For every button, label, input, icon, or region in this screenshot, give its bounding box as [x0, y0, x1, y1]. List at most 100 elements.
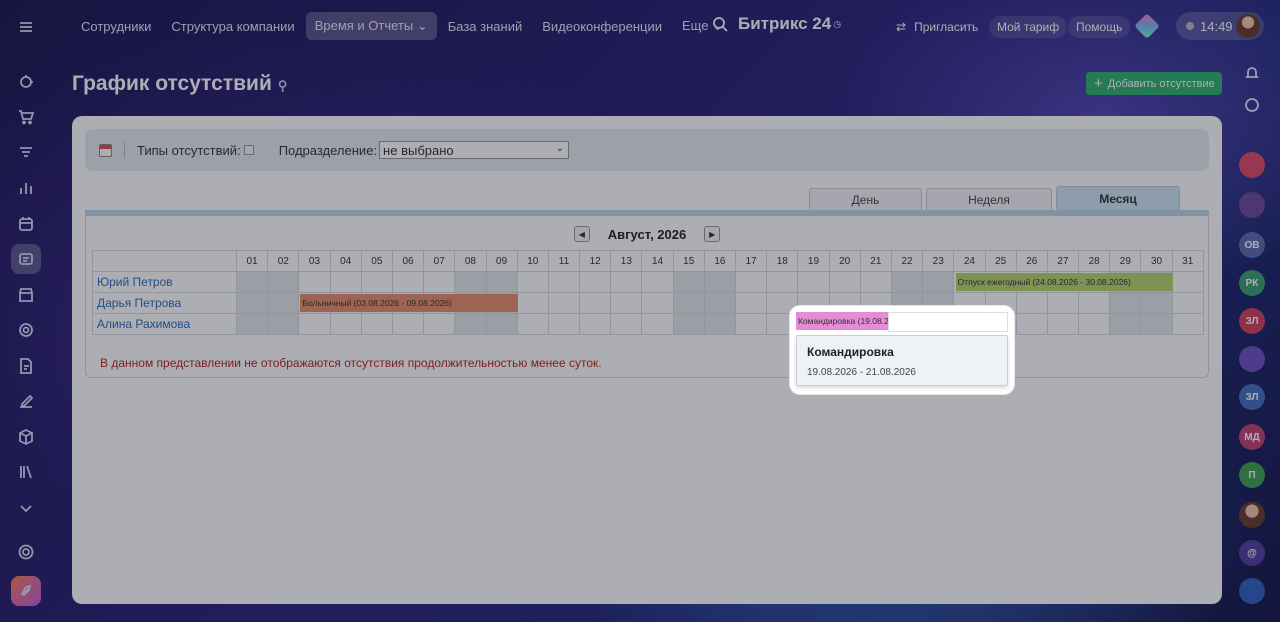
day-cell[interactable] [516, 292, 549, 314]
day-cell[interactable] [235, 271, 269, 293]
day-cell[interactable] [672, 271, 705, 293]
day-cell[interactable] [516, 313, 549, 335]
day-cell[interactable] [485, 271, 518, 293]
day-cell[interactable] [298, 313, 331, 335]
prev-month-button[interactable]: ◀ [573, 226, 590, 242]
library-icon[interactable] [11, 457, 41, 487]
day-cell[interactable] [329, 313, 362, 335]
day-cell[interactable] [235, 292, 269, 314]
day-cell[interactable] [1015, 313, 1048, 335]
day-cell[interactable] [1171, 271, 1204, 293]
box-icon[interactable] [11, 422, 41, 452]
cart-icon[interactable] [11, 102, 41, 132]
contact-zl2-icon[interactable]: ЗЛ [1239, 384, 1265, 410]
employee-name-link[interactable]: Алина Рахимова [92, 313, 237, 335]
nav-company-structure[interactable]: Структура компании [162, 13, 303, 40]
store-icon[interactable] [11, 280, 41, 310]
avatar[interactable] [1236, 14, 1260, 38]
help-button[interactable]: Помощь [1068, 16, 1131, 38]
absence-bar[interactable]: Отпуск ежегодный (24.08.2026 - 30.08.202… [955, 273, 1173, 291]
day-cell[interactable] [641, 271, 674, 293]
contact-p-icon[interactable]: П [1239, 462, 1265, 488]
messenger-icon[interactable] [1239, 578, 1265, 604]
day-cell[interactable] [610, 313, 643, 335]
day-cell[interactable] [423, 271, 456, 293]
contact-zl-icon[interactable]: ЗЛ [1239, 308, 1265, 334]
calendar-export-icon[interactable] [99, 143, 112, 157]
day-cell[interactable] [547, 292, 581, 314]
day-cell[interactable] [267, 271, 300, 293]
funnel-icon[interactable] [11, 138, 41, 168]
bookmark-icon[interactable] [1239, 346, 1265, 372]
day-cell[interactable] [672, 313, 705, 335]
day-cell[interactable] [547, 313, 581, 335]
day-cell[interactable] [329, 271, 362, 293]
calendar-icon[interactable] [11, 209, 41, 239]
chart-icon[interactable] [11, 173, 41, 203]
day-cell[interactable] [797, 271, 830, 293]
chat-icon[interactable] [1239, 92, 1265, 118]
day-cell[interactable] [391, 313, 425, 335]
nav-knowledge-base[interactable]: База знаний [439, 13, 532, 40]
day-cell[interactable] [1046, 292, 1080, 314]
day-cell[interactable] [890, 271, 924, 293]
employee-name-link[interactable]: Юрий Петров [92, 271, 237, 293]
day-cell[interactable] [423, 313, 456, 335]
nav-employees[interactable]: Сотрудники [72, 13, 160, 40]
day-cell[interactable] [579, 271, 612, 293]
day-cell[interactable] [610, 271, 643, 293]
sign-icon[interactable] [11, 386, 41, 416]
day-cell[interactable] [859, 271, 892, 293]
time-control[interactable]: 14:49 [1176, 12, 1264, 40]
settings-icon[interactable] [11, 537, 41, 567]
day-cell[interactable] [641, 313, 674, 335]
nav-video-conferences[interactable]: Видеоконференции [533, 13, 671, 40]
menu-icon[interactable] [11, 12, 41, 42]
absence-types-checkbox[interactable] [243, 145, 254, 155]
day-cell[interactable] [1140, 313, 1173, 335]
invite-button[interactable]: ⇄ Пригласить [888, 16, 986, 38]
day-cell[interactable] [267, 313, 300, 335]
day-cell[interactable] [1109, 292, 1142, 314]
day-cell[interactable] [1171, 313, 1204, 335]
calendar-contact-icon[interactable] [1239, 192, 1265, 218]
tariff-button[interactable]: Мой тариф [989, 16, 1068, 38]
day-cell[interactable] [734, 313, 768, 335]
day-cell[interactable] [360, 271, 393, 293]
day-cell[interactable] [672, 292, 705, 314]
contact-avatar-icon[interactable] [1239, 152, 1265, 178]
contact-md-icon[interactable]: МД [1239, 424, 1265, 450]
crm-icon[interactable] [11, 67, 41, 97]
day-cell[interactable] [766, 271, 799, 293]
target-icon[interactable] [11, 315, 41, 345]
day-cell[interactable] [1078, 313, 1111, 335]
day-cell[interactable] [703, 271, 737, 293]
day-cell[interactable] [734, 292, 768, 314]
next-month-button[interactable]: ▶ [704, 226, 721, 242]
tab-month[interactable]: Месяц [1056, 186, 1180, 210]
search-icon[interactable] [712, 16, 728, 32]
pin-icon[interactable]: ⚲ [278, 78, 288, 93]
absence-bar[interactable]: Больничный (03.08.2026 - 09.08.2026) [300, 294, 518, 312]
day-cell[interactable] [547, 271, 581, 293]
bell-icon[interactable] [1239, 60, 1265, 86]
document-icon[interactable] [11, 351, 41, 381]
day-cell[interactable] [579, 313, 612, 335]
day-cell[interactable] [703, 313, 737, 335]
day-cell[interactable] [828, 271, 861, 293]
day-cell[interactable] [610, 292, 643, 314]
day-cell[interactable] [703, 292, 737, 314]
day-cell[interactable] [641, 292, 674, 314]
add-absence-button[interactable]: + Добавить отсутствие [1086, 72, 1222, 95]
day-cell[interactable] [360, 313, 393, 335]
day-cell[interactable] [298, 271, 331, 293]
rocket-icon[interactable] [11, 576, 41, 606]
day-cell[interactable] [734, 271, 768, 293]
day-cell[interactable] [1140, 292, 1173, 314]
day-cell[interactable] [1171, 292, 1204, 314]
day-cell[interactable] [485, 313, 518, 335]
day-cell[interactable] [1015, 292, 1048, 314]
at-icon[interactable]: @ [1239, 540, 1265, 566]
day-cell[interactable] [454, 313, 487, 335]
timeman-icon[interactable] [11, 244, 41, 274]
